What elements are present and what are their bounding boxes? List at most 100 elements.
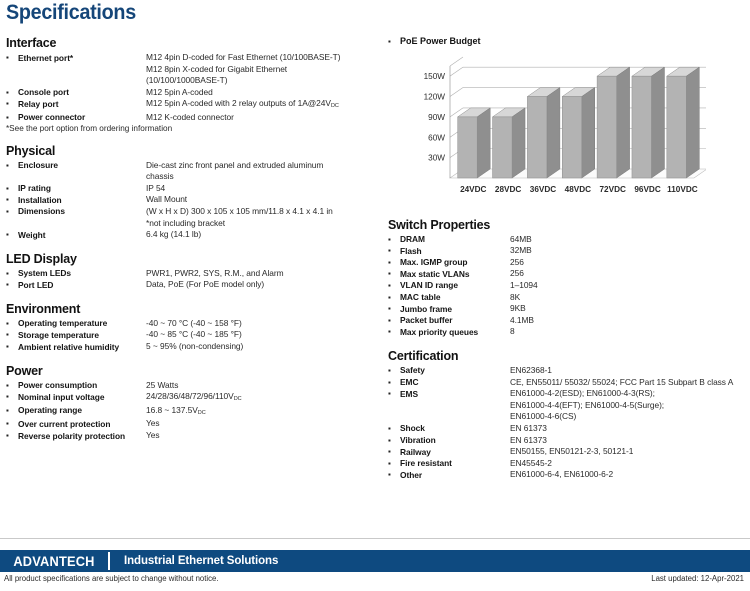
bullet-marker (6, 194, 18, 206)
spec-row: Operating range 16.8 ~ 137.5VDC (6, 405, 378, 419)
spec-row: DRAM 64MB (388, 234, 748, 246)
x-axis-tick-label: 110VDC (667, 185, 698, 194)
spec-value: CE, EN55011/ 55032/ 55024; FCC Part 15 S… (510, 376, 734, 387)
bullet-marker (6, 405, 18, 417)
bullet-marker (6, 52, 18, 64)
spec-label: Weight (18, 229, 46, 240)
spec-section: PowerPower consumption25 WattsNominal in… (6, 364, 378, 442)
spec-value: -40 ~ 70 °C (-40 ~ 158 °F) (146, 317, 242, 328)
spec-value: Die-cast zinc front panel and extruded a… (146, 159, 324, 170)
spec-row: Ethernet port* M12 4pin D-coded for Fast … (6, 52, 378, 64)
bullet-marker (6, 183, 18, 195)
spec-value: EN45545-2 (510, 457, 552, 468)
bullet-marker (388, 315, 400, 327)
chart-bar (631, 66, 666, 179)
spec-value: chassis (146, 171, 174, 182)
spec-value: 25 Watts (146, 379, 179, 390)
x-axis-tick-label: 48VDC (565, 185, 591, 194)
y-axis-tick-label: 90W (428, 113, 445, 122)
bullet-marker (388, 435, 400, 447)
spec-row: EMS EN61000-4-2(ESD); EN61000-4-3(RS); (388, 388, 748, 400)
bullet-marker (388, 423, 400, 435)
spec-label: EMS (400, 388, 418, 399)
spec-label: Shock (400, 423, 425, 434)
chart-bar (666, 66, 701, 179)
spec-label: Jumbo frame (400, 303, 453, 314)
spec-value: M12 5pin A-coded with 2 relay outputs of… (146, 98, 339, 110)
spec-row: Operating temperature -40 ~ 70 °C (-40 ~ … (6, 318, 378, 330)
spec-value: EN50155, EN50121-2-3, 50121-1 (510, 446, 634, 457)
bullet-marker (6, 229, 18, 241)
bullet-marker (6, 391, 18, 403)
spec-row: Jumbo frame 9KB (388, 303, 748, 315)
bullet-marker (6, 318, 18, 330)
spec-row: Installation Wall Mount (6, 194, 378, 206)
spec-value: 16.8 ~ 137.5VDC (146, 404, 206, 416)
spec-label: System LEDs (18, 268, 71, 279)
bullet-marker (388, 388, 400, 400)
spec-label: Packet buffer (400, 315, 453, 326)
spec-row: Relay port M12 5pin A-coded with 2 relay … (6, 98, 378, 112)
spec-label: Relay port (18, 98, 59, 109)
spec-label: VLAN ID range (400, 280, 458, 291)
spec-label: MAC table (400, 292, 441, 303)
spec-row: Power consumption 25 Watts (6, 380, 378, 392)
spec-row: Railway EN50155, EN50121-2-3, 50121-1 (388, 446, 748, 458)
spec-label: EMC (400, 377, 419, 388)
bullet-marker (388, 245, 400, 257)
spec-row: VLAN ID range 1–1094 (388, 280, 748, 292)
spec-label: Other (400, 469, 423, 480)
spec-label: Flash (400, 245, 422, 256)
bullet-marker (6, 112, 18, 124)
spec-row: Max priority queues 8 (388, 326, 748, 338)
poe-power-budget-chart: PoE Power Budget 30W 60W 90W 120W 150W 24VDC 2… (388, 36, 748, 210)
spec-row: Enclosurechassis (6, 171, 378, 183)
spec-value: 32MB (510, 245, 532, 256)
specification-page: Specifications InterfaceEthernet port*M1… (0, 0, 750, 591)
spec-value: 5 ~ 95% (non-condensing) (146, 341, 244, 352)
spec-row: Packet buffer 4.1MB (388, 315, 748, 327)
footer-divider (0, 538, 750, 539)
footer-last-updated: Last updated: 12-Apr-2021 (651, 574, 744, 583)
spec-row: MAC table 8K (388, 292, 748, 304)
chart-plot: 30W 60W 90W 120W 150W 24VDC 28VDC 36VDC 48VDC 72V… (424, 56, 706, 194)
bullet-marker (388, 303, 400, 315)
spec-label: Ambient relative humidity (18, 341, 120, 352)
bullet-marker (6, 160, 18, 172)
spec-value: Wall Mount (146, 194, 188, 205)
bullet-marker (6, 329, 18, 341)
spec-row: Nominal input voltage 24/28/36/48/72/96/1… (6, 391, 378, 405)
spec-section: Physical Enclosure Die-cast zinc front pan… (6, 144, 378, 241)
footer-disclaimer: All product specifications are subject t… (4, 574, 219, 583)
spec-label: Dimensions (18, 206, 65, 217)
spec-row: Dimensions (W x H x D) 300 x 105 x 105 mm… (6, 206, 378, 218)
y-axis-tick-label: 120W (424, 92, 446, 101)
spec-label: Port LED (18, 279, 54, 290)
section-heading: Switch Properties (388, 217, 491, 232)
spec-row: Power connector M12 K-coded connector (6, 112, 378, 124)
spec-row: Over current protection Yes (6, 418, 378, 430)
spec-label: Installation (18, 194, 62, 205)
spec-section: LED Display System LEDs PWR1, PWR2, SYS, R… (6, 252, 378, 291)
y-axis-tick-label: 150W (424, 72, 446, 81)
spec-section: Interface Ethernet port* M12 4pin D-coded … (6, 36, 378, 133)
spec-label: Operating temperature (18, 318, 108, 329)
y-axis-tick-label: 30W (428, 153, 445, 162)
footer-bar: ADVANTECH Industrial Ethernet Solutions (0, 550, 750, 572)
spec-label: Power consumption (18, 380, 98, 391)
left-column: Interface Ethernet port* M12 4pin D-coded … (6, 36, 378, 453)
spec-value: (10/100/1000BASE-T) (146, 75, 228, 86)
spec-value: 8K (510, 291, 521, 302)
bullet-marker (6, 279, 18, 291)
spec-value: 64MB (510, 233, 532, 244)
chart-canvas: 30W 60W 90W 120W 150W 24VDC 28VDC 36VDC 48VDC 72V… (406, 50, 706, 210)
spec-row: EMC CE, EN55011/ 55032/ 55024; FCC Part 1… (388, 377, 748, 389)
advantech-logo: ADVANTECH (13, 553, 95, 569)
bullet-marker (388, 377, 400, 389)
spec-value: 256 (510, 256, 524, 267)
spec-label: Vibration (400, 435, 436, 445)
spec-row: Vibration EN 61373 (388, 435, 748, 447)
spec-row: Ethernet port*(10/100/1000BASE-T) (6, 75, 378, 87)
section-heading: Physical (6, 143, 56, 158)
bullet-marker (388, 469, 400, 481)
